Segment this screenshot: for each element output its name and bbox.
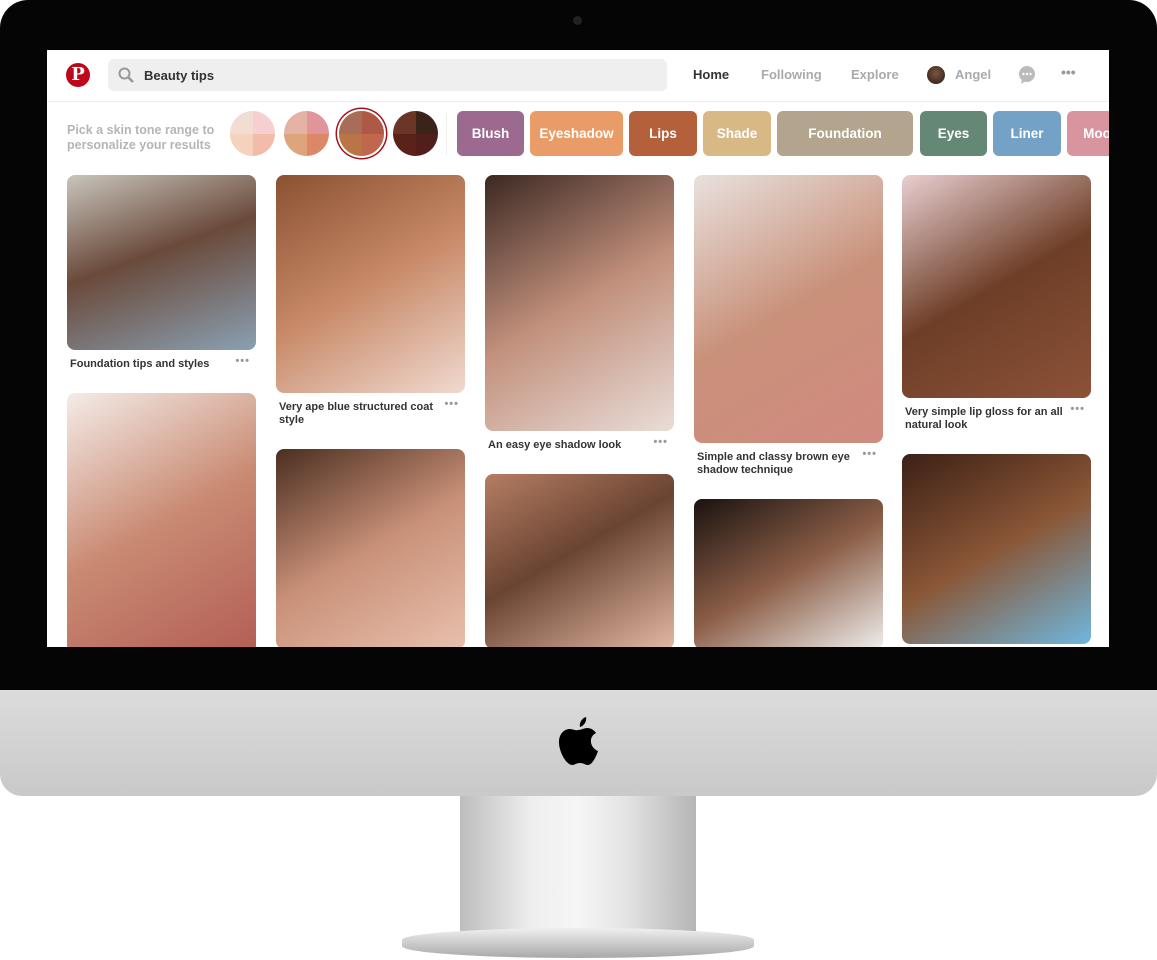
pin-card[interactable]: Simple and classy brown eye shadow techn…	[694, 175, 883, 647]
pin-caption: Simple and classy brown eye shadow techn…	[697, 448, 876, 477]
pin-caption: Very simple lip gloss for an all natural…	[905, 403, 1084, 432]
skin-tone-option[interactable]	[339, 111, 384, 156]
search-input[interactable]	[144, 59, 644, 91]
pin-image[interactable]	[902, 175, 1091, 398]
monitor-base	[402, 928, 754, 958]
nav-explore[interactable]: Explore	[851, 67, 899, 82]
skin-tone-prompt: Pick a skin tone range to personalize yo…	[67, 123, 215, 152]
category-chip-eyes[interactable]: Eyes	[920, 111, 987, 156]
skin-tone-option[interactable]	[284, 111, 329, 156]
pin-caption-text: Foundation tips and styles	[70, 358, 210, 370]
pin-caption: Very ape blue structured coat style •••	[279, 398, 458, 427]
pin-caption-text: Very simple lip gloss for an all natural…	[905, 406, 1063, 431]
pin-caption: An easy eye shadow look •••	[488, 436, 667, 452]
apple-logo-icon	[559, 717, 598, 765]
pin-card[interactable]: Very simple lip gloss for an all natural…	[902, 175, 1091, 644]
pin-image[interactable]	[694, 175, 883, 443]
category-chip-lips[interactable]: Lips	[629, 111, 697, 156]
category-chip-foundation[interactable]: Foundation	[777, 111, 913, 156]
pinterest-screen: P Home Following Explore Angel ••• Pick …	[47, 50, 1109, 647]
pin-more-icon[interactable]: •••	[862, 448, 877, 461]
pin-more-icon[interactable]: •••	[653, 436, 668, 449]
nav-home[interactable]: Home	[693, 67, 729, 82]
pin-image[interactable]	[694, 499, 883, 647]
pin-caption-text: Very ape blue structured coat style	[279, 401, 434, 426]
pin-caption-text: Simple and classy brown eye shadow techn…	[697, 451, 850, 476]
more-menu-icon[interactable]: •••	[1061, 64, 1076, 80]
profile-link[interactable]: Angel	[955, 67, 991, 82]
skin-tone-option[interactable]	[230, 111, 275, 156]
pin-image[interactable]	[902, 454, 1091, 644]
header-divider	[47, 101, 1109, 102]
pin-more-icon[interactable]: •••	[444, 398, 459, 411]
messages-icon[interactable]	[1017, 65, 1037, 85]
pin-image[interactable]	[276, 175, 465, 393]
pin-caption: Foundation tips and styles •••	[70, 355, 249, 371]
pin-caption-text: An easy eye shadow look	[488, 439, 622, 451]
nav-following[interactable]: Following	[761, 67, 822, 82]
pin-card[interactable]: Foundation tips and styles •••	[67, 175, 256, 647]
pinterest-logo[interactable]: P	[66, 63, 90, 87]
monitor-stand	[460, 796, 696, 936]
pin-card[interactable]: An easy eye shadow look •••	[485, 175, 674, 647]
pin-image[interactable]	[485, 474, 674, 647]
category-chip-blush[interactable]: Blush	[457, 111, 524, 156]
pin-image[interactable]	[67, 175, 256, 350]
search-icon	[118, 67, 134, 83]
category-chip-moo[interactable]: Moo	[1067, 111, 1109, 156]
divider	[446, 113, 447, 155]
pin-more-icon[interactable]: •••	[235, 355, 250, 368]
category-chip-shade[interactable]: Shade	[703, 111, 771, 156]
avatar[interactable]	[927, 66, 945, 84]
category-chip-eyeshadow[interactable]: Eyeshadow	[530, 111, 623, 156]
search-bar[interactable]	[108, 59, 667, 91]
pin-image[interactable]	[276, 449, 465, 647]
pin-card[interactable]: Very ape blue structured coat style •••	[276, 175, 465, 647]
skin-tone-option[interactable]	[393, 111, 438, 156]
category-chip-liner[interactable]: Liner	[993, 111, 1061, 156]
pin-image[interactable]	[485, 175, 674, 431]
pin-image[interactable]	[67, 393, 256, 647]
pin-more-icon[interactable]: •••	[1070, 403, 1085, 416]
camera	[573, 16, 582, 25]
